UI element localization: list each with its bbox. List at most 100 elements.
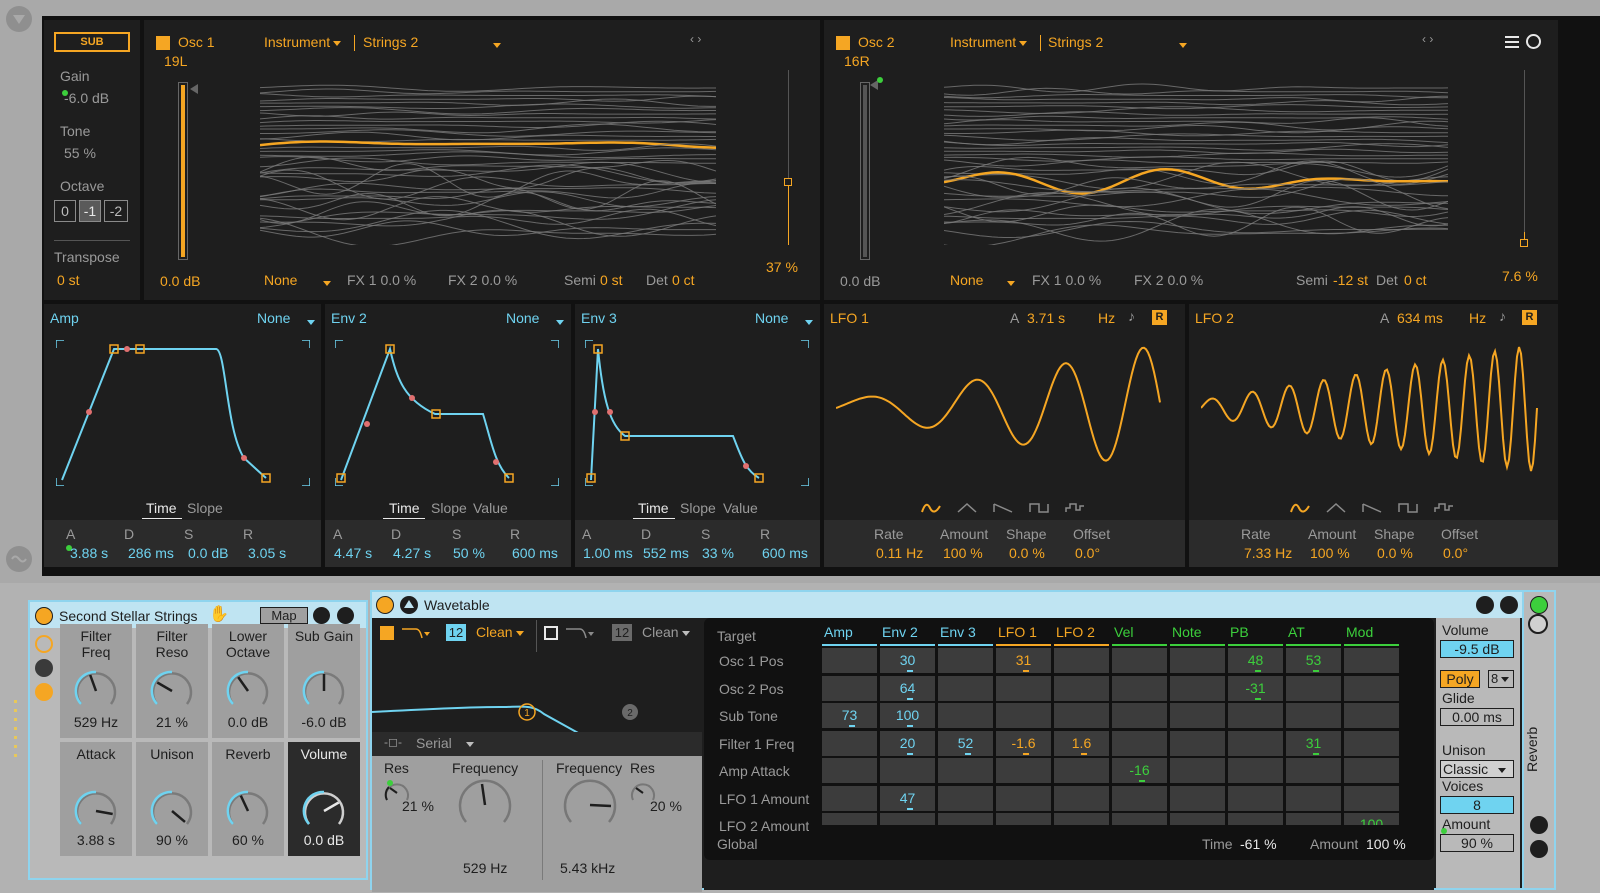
drag-handle[interactable] bbox=[14, 700, 17, 760]
hot-swap-icon[interactable] bbox=[1476, 596, 1494, 614]
env3-mode[interactable]: None bbox=[755, 310, 788, 326]
matrix-cell[interactable] bbox=[1170, 730, 1225, 756]
osc2-position-slider[interactable] bbox=[1524, 70, 1525, 245]
macro-knob[interactable] bbox=[301, 668, 347, 714]
matrix-cell[interactable] bbox=[1286, 758, 1341, 783]
save-preset-icon[interactable] bbox=[1500, 596, 1518, 614]
matrix-cell[interactable] bbox=[938, 703, 993, 728]
env3-a-value[interactable]: 1.00 ms bbox=[583, 545, 633, 561]
filter2-type-select[interactable]: Clean bbox=[642, 624, 690, 640]
lfo2-rate-unit[interactable]: Hz bbox=[1469, 310, 1486, 326]
voices-count-select[interactable]: 8 bbox=[1488, 670, 1514, 688]
macro-knob[interactable] bbox=[301, 788, 347, 834]
filter1-type-select[interactable]: Clean bbox=[476, 624, 524, 640]
matrix-cell[interactable] bbox=[1170, 813, 1225, 825]
filter2-toggle[interactable] bbox=[544, 626, 558, 640]
menu-lines-icon[interactable] bbox=[1504, 34, 1520, 50]
amp-env-mode-dropdown[interactable] bbox=[304, 313, 315, 329]
matrix-cell[interactable] bbox=[1344, 675, 1399, 701]
lfo1-shape-value[interactable]: 0.0 % bbox=[1009, 545, 1045, 561]
matrix-cell[interactable] bbox=[1344, 758, 1399, 783]
matrix-cell[interactable] bbox=[1344, 703, 1399, 728]
macro-knob[interactable] bbox=[149, 668, 195, 714]
matrix-cell[interactable] bbox=[1170, 703, 1225, 728]
osc1-wavetable-dropdown[interactable] bbox=[490, 36, 501, 52]
reverb-power-button[interactable] bbox=[1530, 596, 1548, 614]
hot-swap-icon[interactable] bbox=[313, 607, 330, 624]
matrix-cell[interactable] bbox=[996, 813, 1051, 825]
matrix-cell[interactable] bbox=[1228, 758, 1283, 783]
matrix-target-label[interactable]: Amp Attack bbox=[719, 763, 790, 779]
f2-freq-knob[interactable] bbox=[561, 776, 619, 834]
note-sync-icon[interactable]: ♪ bbox=[1499, 308, 1506, 324]
osc2-fx2[interactable]: FX 2 0.0 % bbox=[1134, 272, 1203, 288]
global-time-value[interactable]: -61 % bbox=[1240, 836, 1277, 852]
matrix-cell[interactable] bbox=[1112, 675, 1167, 701]
sub-toggle-button[interactable]: SUB bbox=[54, 32, 130, 52]
map-button[interactable]: Map bbox=[260, 607, 308, 624]
matrix-cell[interactable] bbox=[1228, 813, 1283, 825]
env3-tab-time[interactable]: Time bbox=[638, 500, 669, 516]
matrix-cell[interactable] bbox=[1112, 648, 1167, 673]
reverb-expand-icon[interactable] bbox=[1528, 614, 1548, 634]
osc1-toggle[interactable] bbox=[156, 36, 170, 50]
lfo1-rate-value[interactable]: 0.11 Hz bbox=[876, 545, 923, 561]
save-preset-icon[interactable] bbox=[337, 607, 354, 624]
filter-response-graph[interactable]: 1 2 bbox=[372, 654, 702, 732]
chain-list-icon[interactable] bbox=[35, 659, 53, 677]
matrix-target-label[interactable]: LFO 1 Amount bbox=[719, 791, 809, 807]
amp-env-mode[interactable]: None bbox=[257, 310, 290, 326]
amp-env-r-value[interactable]: 3.05 s bbox=[248, 545, 286, 561]
osc1-wavetable-name[interactable]: Strings 2 bbox=[363, 34, 418, 50]
osc2-wavetable-dropdown[interactable] bbox=[1176, 36, 1187, 52]
matrix-cell[interactable] bbox=[1054, 758, 1109, 783]
macro-knob[interactable] bbox=[73, 788, 119, 834]
amp-env-d-value[interactable]: 286 ms bbox=[128, 545, 174, 561]
lfo2-offset-value[interactable]: 0.0° bbox=[1443, 545, 1468, 561]
f1-freq-knob[interactable] bbox=[456, 776, 514, 834]
env3-tab-value[interactable]: Value bbox=[723, 500, 758, 516]
sub-tone-value[interactable]: 55 % bbox=[64, 145, 96, 161]
amp-env-a-value[interactable]: 3.88 s bbox=[70, 545, 108, 561]
matrix-target-label[interactable]: Sub Tone bbox=[719, 708, 778, 724]
macro-knob-cell[interactable]: Filter Freq 529 Hz bbox=[60, 624, 132, 738]
macro-knob-cell[interactable]: Attack 3.88 s bbox=[60, 742, 132, 856]
osc2-fx-mode[interactable]: None bbox=[950, 272, 983, 288]
matrix-cell[interactable] bbox=[1054, 675, 1109, 701]
matrix-cell[interactable] bbox=[1112, 703, 1167, 728]
osc2-position-handle[interactable] bbox=[1520, 239, 1528, 247]
env2-mode[interactable]: None bbox=[506, 310, 539, 326]
poly-toggle[interactable]: Poly bbox=[1440, 670, 1480, 688]
env3-mode-dropdown[interactable] bbox=[802, 313, 813, 329]
matrix-cell[interactable] bbox=[1054, 785, 1109, 811]
routing-select[interactable]: Serial bbox=[416, 735, 474, 751]
amp-env-s-value[interactable]: 0.0 dB bbox=[188, 545, 228, 561]
lfo2-retrigger-button[interactable]: R bbox=[1522, 310, 1537, 325]
matrix-cell[interactable] bbox=[822, 813, 877, 825]
macro-knob[interactable] bbox=[73, 668, 119, 714]
macro-knob-cell[interactable]: Unison 90 % bbox=[136, 742, 208, 856]
global-amount-value[interactable]: 100 % bbox=[1366, 836, 1406, 852]
save-preset-icon[interactable] bbox=[1530, 840, 1548, 858]
osc1-position-handle[interactable] bbox=[784, 178, 792, 186]
macro-knob[interactable] bbox=[225, 668, 271, 714]
matrix-cell[interactable] bbox=[1286, 785, 1341, 811]
hand-icon[interactable]: ✋ bbox=[209, 604, 229, 624]
filter1-slope-button[interactable]: 12 bbox=[446, 624, 466, 641]
matrix-cell[interactable] bbox=[1112, 730, 1167, 756]
matrix-target-label[interactable]: Osc 1 Pos bbox=[719, 653, 784, 669]
osc1-semi-value[interactable]: 0 st bbox=[600, 272, 623, 288]
unison-amount-value[interactable]: 90 % bbox=[1440, 834, 1514, 852]
octave-0-button[interactable]: 0 bbox=[54, 200, 76, 222]
expand-circle-icon[interactable] bbox=[1526, 34, 1541, 49]
matrix-cell[interactable]: 100 bbox=[1344, 813, 1399, 825]
osc1-wavetable-display[interactable] bbox=[260, 80, 716, 245]
env2-mode-dropdown[interactable] bbox=[553, 313, 564, 329]
show-macros-icon[interactable] bbox=[35, 635, 53, 653]
device-expand-icon[interactable] bbox=[400, 596, 418, 614]
matrix-cell[interactable] bbox=[1170, 648, 1225, 673]
osc2-category-select[interactable]: Instrument bbox=[950, 34, 1028, 50]
matrix-cell[interactable] bbox=[938, 648, 993, 673]
env2-tab-time[interactable]: Time bbox=[389, 500, 420, 516]
env2-tab-value[interactable]: Value bbox=[473, 500, 508, 516]
